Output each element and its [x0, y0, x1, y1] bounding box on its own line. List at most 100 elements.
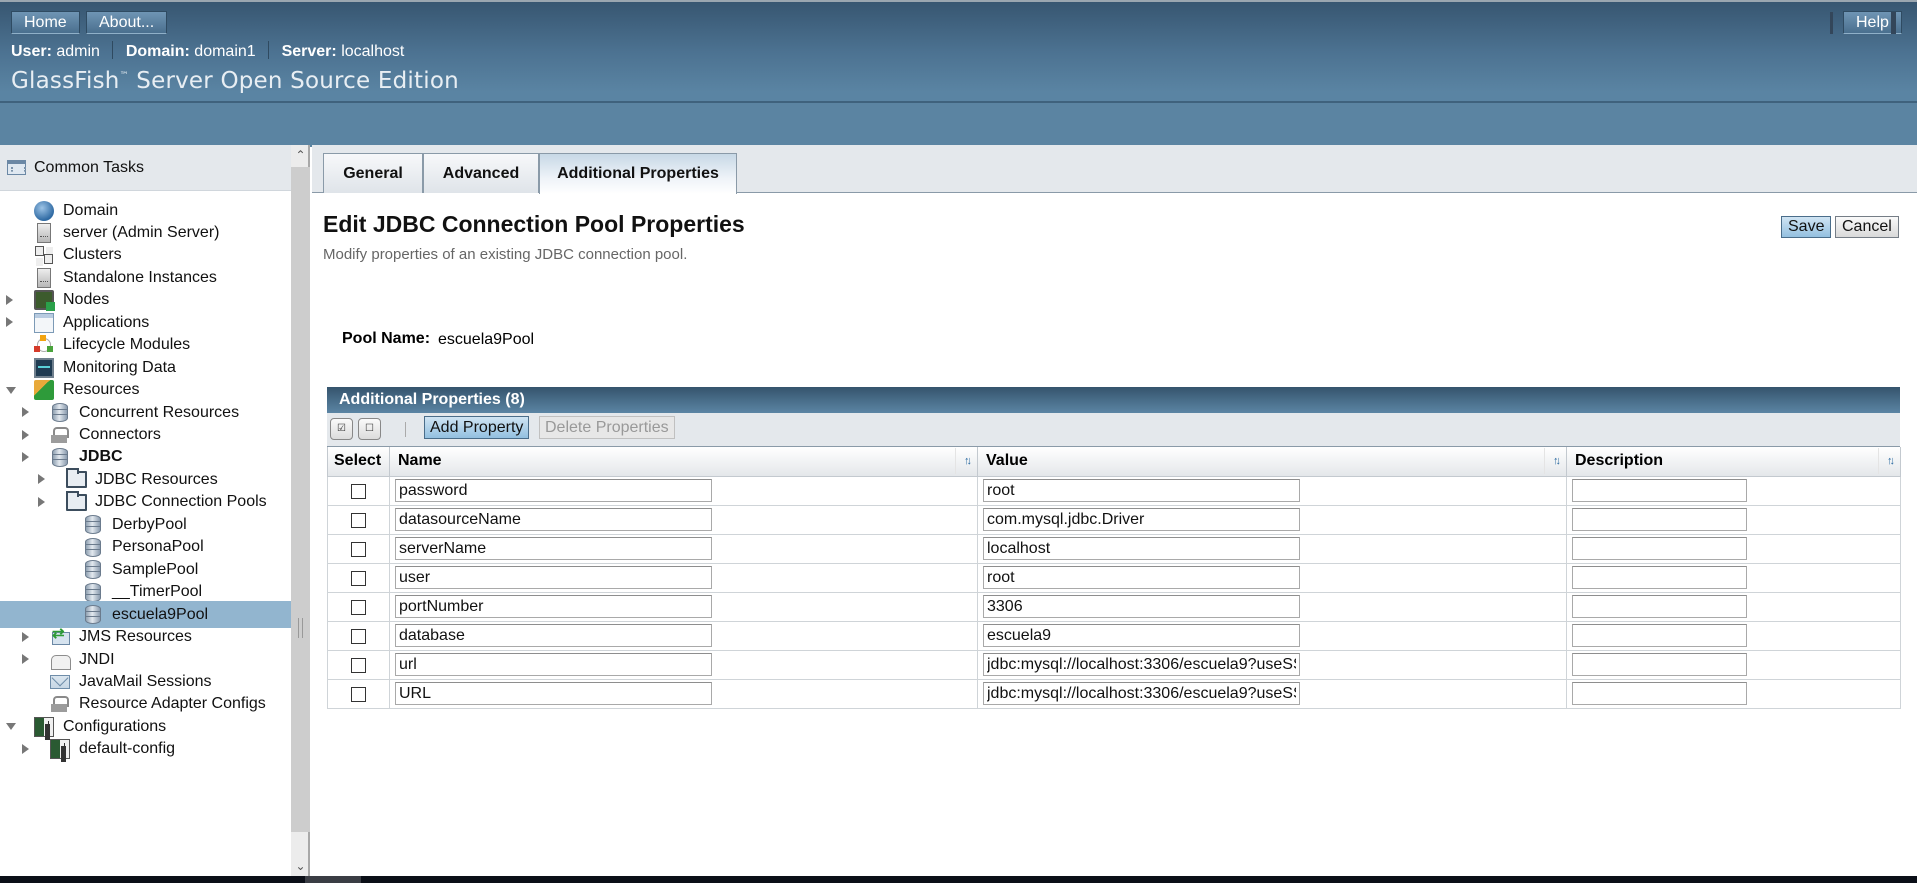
column-header-value[interactable]: Value ↑↓ [977, 447, 1567, 477]
tab-advanced[interactable]: Advanced [423, 153, 539, 193]
property-name-input[interactable] [395, 595, 712, 618]
property-description-input[interactable] [1572, 508, 1747, 531]
scrollbar-thumb[interactable] [291, 167, 310, 832]
property-name-input[interactable] [395, 566, 712, 589]
splitter-grip-icon[interactable] [298, 618, 303, 638]
property-value-input[interactable] [983, 537, 1300, 560]
tree-item-label: JDBC [79, 448, 123, 466]
column-header-value-label: Value [986, 452, 1028, 470]
sort-icon[interactable]: ↑↓ [1878, 448, 1895, 474]
select-cell [327, 650, 390, 680]
property-value-input[interactable] [983, 595, 1300, 618]
property-name-input[interactable] [395, 479, 712, 502]
collapsed-toggle-icon[interactable] [22, 429, 29, 440]
table-row [327, 534, 1901, 564]
expanded-toggle-icon[interactable] [6, 723, 16, 731]
tree-item-label: JNDI [79, 650, 115, 668]
select-cell [327, 534, 390, 564]
row-select-checkbox[interactable] [351, 686, 366, 702]
property-value-input[interactable] [983, 508, 1300, 531]
property-name-input[interactable] [395, 653, 712, 676]
taskbar-item[interactable] [305, 876, 361, 883]
row-select-checkbox[interactable] [351, 628, 366, 644]
collapsed-toggle-icon[interactable] [6, 317, 13, 328]
tree-item-label: default-config [79, 740, 176, 758]
column-header-description-label: Description [1575, 452, 1664, 470]
sidebar-scrollbar[interactable]: ⌃ ⌄ [291, 145, 310, 876]
collapsed-toggle-icon[interactable] [22, 743, 29, 754]
row-select-checkbox[interactable] [351, 657, 366, 673]
table-row [327, 476, 1901, 506]
property-description-input[interactable] [1572, 595, 1747, 618]
column-header-description[interactable]: Description ↑↓ [1566, 447, 1901, 477]
description-cell [1566, 650, 1901, 680]
common-tasks-link[interactable]: Common Tasks [0, 145, 291, 191]
collapsed-toggle-icon[interactable] [22, 631, 29, 642]
property-name-input[interactable] [395, 682, 712, 705]
cancel-button[interactable]: Cancel [1835, 216, 1899, 238]
delete-properties-button[interactable]: Delete Properties [539, 416, 675, 439]
home-button[interactable]: Home [11, 11, 80, 34]
save-button[interactable]: Save [1781, 216, 1832, 238]
additional-properties-table: Additional Properties (8) ☑ ☐ Add Proper… [327, 387, 1901, 709]
property-value-input[interactable] [983, 566, 1300, 589]
column-header-name[interactable]: Name ↑↓ [389, 447, 978, 477]
collapsed-toggle-icon[interactable] [22, 654, 29, 664]
value-cell [977, 621, 1567, 651]
property-description-input[interactable] [1572, 624, 1747, 647]
collapsed-toggle-icon[interactable] [38, 496, 45, 507]
tab-general[interactable]: General [323, 153, 423, 193]
row-select-checkbox[interactable] [351, 512, 366, 528]
sort-icon[interactable]: ↑↓ [955, 448, 972, 474]
collapsed-toggle-icon[interactable] [22, 451, 29, 462]
name-cell [389, 592, 978, 622]
masthead-lower-band [0, 103, 1917, 147]
property-name-input[interactable] [395, 624, 712, 647]
product-name-main: GlassFish [11, 68, 120, 94]
add-property-button[interactable]: Add Property [424, 416, 530, 439]
collapsed-toggle-icon[interactable] [6, 294, 13, 305]
scroll-up-icon[interactable]: ⌃ [291, 145, 310, 165]
deselect-all-icon[interactable]: ☐ [358, 418, 381, 440]
tree-item-label: Configurations [63, 717, 167, 735]
help-separator [1830, 12, 1833, 34]
property-value-input[interactable] [983, 479, 1300, 502]
collapsed-toggle-icon[interactable] [38, 474, 45, 485]
tab-additional-properties[interactable]: Additional Properties [539, 153, 737, 194]
row-select-checkbox[interactable] [351, 570, 366, 586]
value-cell [977, 505, 1567, 535]
property-description-input[interactable] [1572, 479, 1747, 502]
tree-item-label: JDBC Connection Pools [95, 493, 267, 511]
user-info: User: admin Domain: domain1 Server: loca… [11, 41, 404, 61]
property-description-input[interactable] [1572, 537, 1747, 560]
property-name-input[interactable] [395, 537, 712, 560]
tree-item-default-config[interactable]: default-config [22, 736, 176, 763]
database-icon [52, 403, 68, 423]
property-name-input[interactable] [395, 508, 712, 531]
row-select-checkbox[interactable] [351, 541, 366, 557]
separator [268, 41, 270, 59]
property-description-input[interactable] [1572, 682, 1747, 705]
value-cell [977, 534, 1567, 564]
property-description-input[interactable] [1572, 653, 1747, 676]
property-value-input[interactable] [983, 682, 1300, 705]
property-value-input[interactable] [983, 624, 1300, 647]
tree-item-label: Concurrent Resources [79, 403, 240, 421]
row-select-checkbox[interactable] [351, 483, 366, 499]
toolbar-separator [405, 422, 406, 437]
column-header-name-label: Name [398, 452, 442, 470]
expanded-toggle-icon[interactable] [6, 386, 16, 394]
about-button[interactable]: About... [86, 11, 168, 34]
name-cell [389, 679, 978, 709]
tree-item-label: SamplePool [112, 560, 199, 578]
sort-icon[interactable]: ↑↓ [1544, 448, 1561, 474]
tree-item-label: Monitoring Data [63, 358, 176, 376]
scroll-down-icon[interactable]: ⌄ [291, 856, 310, 876]
select-all-icon[interactable]: ☑ [330, 418, 353, 440]
value-cell [977, 592, 1567, 622]
row-select-checkbox[interactable] [351, 599, 366, 615]
table-row [327, 592, 1901, 622]
property-description-input[interactable] [1572, 566, 1747, 589]
property-value-input[interactable] [983, 653, 1300, 676]
collapsed-toggle-icon[interactable] [22, 407, 29, 418]
